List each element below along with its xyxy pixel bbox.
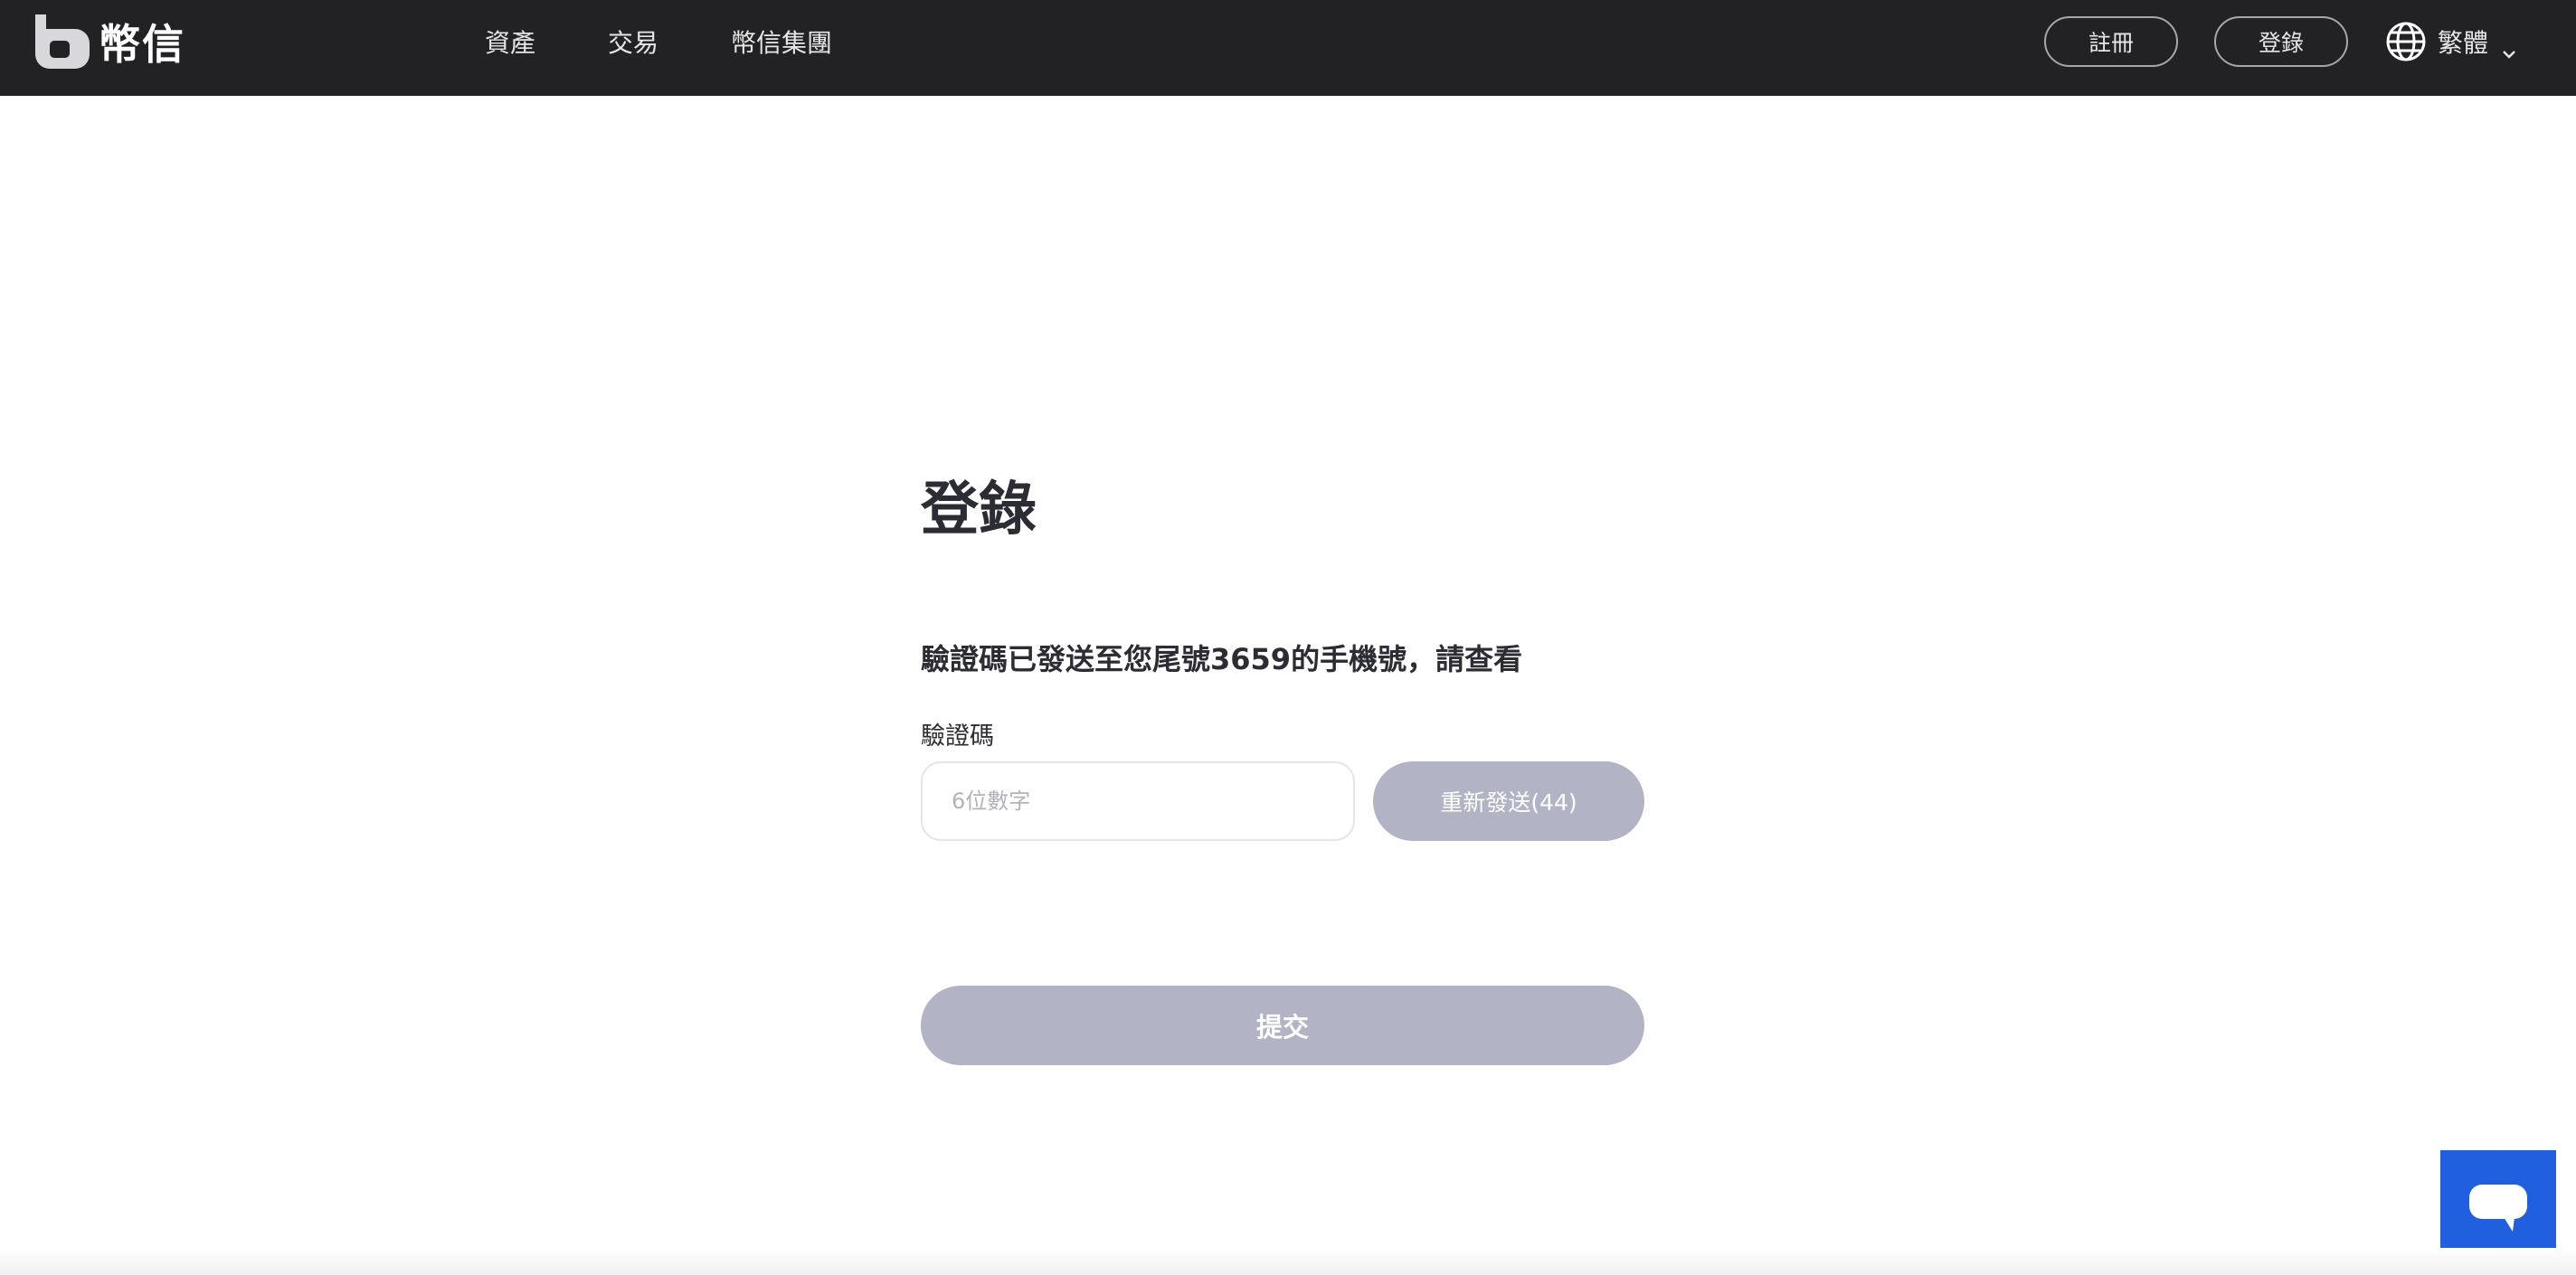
nav-trade[interactable]: 交易 [608, 0, 658, 83]
nav-item-label[interactable]: 交易 [608, 24, 658, 60]
brand-logo[interactable]: 幣信 [33, 14, 185, 69]
login-button[interactable]: 登錄 [2214, 16, 2348, 67]
code-field-label: 驗證碼 [921, 722, 994, 751]
chevron-down-icon [2501, 36, 2517, 59]
brand-name: 幣信 [99, 20, 185, 69]
nav-assets[interactable]: 資產 [485, 0, 535, 83]
language-label: 繁體 [2438, 28, 2489, 58]
page-title: 登錄 [921, 477, 1037, 543]
b-logo-icon [33, 14, 90, 69]
nav-group[interactable]: 幣信集團 [731, 0, 832, 83]
globe-icon [2385, 21, 2427, 62]
submit-button[interactable]: 提交 [921, 986, 1644, 1065]
nav-item-label[interactable]: 資產 [485, 24, 535, 60]
verification-code-input[interactable] [921, 761, 1355, 841]
top-navigation-bar: 幣信 資產 交易 幣信集團 註冊 登錄 繁體 [0, 0, 2576, 96]
verification-notice: 驗證碼已發送至您尾號3659的手機號，請查看 [921, 642, 1523, 676]
page-bottom-edge [0, 1248, 2576, 1275]
register-button[interactable]: 註冊 [2044, 16, 2178, 67]
nav-item-label[interactable]: 幣信集團 [731, 24, 832, 60]
resend-code-button[interactable]: 重新發送(44) [1373, 761, 1644, 841]
language-selector[interactable]: 繁體 [2385, 20, 2517, 63]
chat-bubble-icon [2467, 1183, 2529, 1233]
